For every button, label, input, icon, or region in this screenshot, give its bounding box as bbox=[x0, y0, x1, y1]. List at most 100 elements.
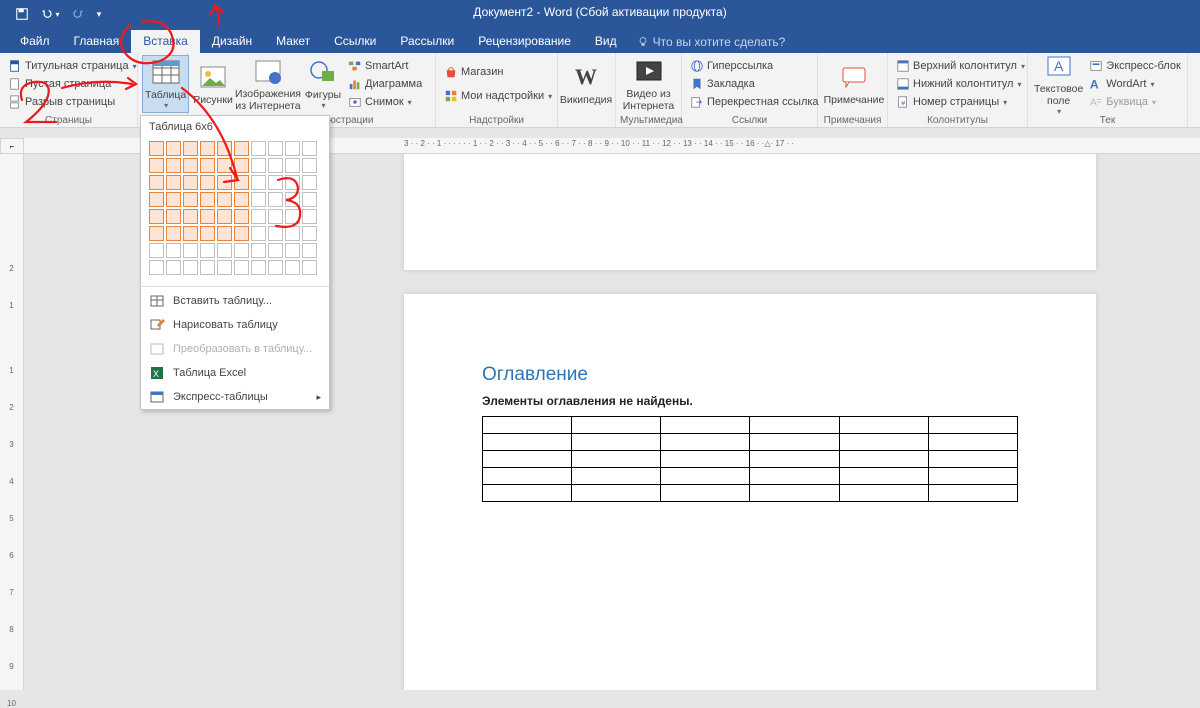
table-grid-cell[interactable] bbox=[251, 260, 266, 275]
table-grid-cell[interactable] bbox=[302, 260, 317, 275]
online-pictures-button[interactable]: Изображения из Интернета bbox=[234, 55, 302, 113]
table-grid-cell[interactable] bbox=[302, 175, 317, 190]
toc-heading[interactable]: Оглавление bbox=[482, 364, 1018, 386]
table-grid-cell[interactable] bbox=[183, 209, 198, 224]
table-grid-cell[interactable] bbox=[234, 243, 249, 258]
table-grid-cell[interactable] bbox=[200, 243, 215, 258]
page-break-button[interactable]: Разрыв страницы bbox=[4, 93, 119, 111]
table-grid-cell[interactable] bbox=[285, 260, 300, 275]
table-grid-cell[interactable] bbox=[217, 226, 232, 241]
store-button[interactable]: Магазин bbox=[440, 63, 507, 81]
cover-page-button[interactable]: Титульная страница▾ bbox=[4, 57, 141, 75]
tab-home[interactable]: Главная bbox=[62, 30, 132, 53]
table-grid-cell[interactable] bbox=[251, 243, 266, 258]
table-grid-cell[interactable] bbox=[268, 260, 283, 275]
ruler-corner[interactable]: ⌐ bbox=[0, 138, 24, 154]
draw-table-item[interactable]: Нарисовать таблицу bbox=[141, 313, 329, 337]
redo-button[interactable] bbox=[64, 3, 92, 25]
table-grid-cell[interactable] bbox=[302, 209, 317, 224]
undo-button[interactable]: ▾ bbox=[36, 3, 64, 25]
tab-insert[interactable]: Вставка bbox=[131, 30, 200, 53]
table-grid-cell[interactable] bbox=[149, 175, 164, 190]
smartart-button[interactable]: SmartArt bbox=[344, 57, 426, 75]
table-grid-cell[interactable] bbox=[251, 158, 266, 173]
table-grid-cell[interactable] bbox=[200, 226, 215, 241]
tab-review[interactable]: Рецензирование bbox=[466, 30, 583, 53]
header-button[interactable]: Верхний колонтитул▾ bbox=[892, 57, 1029, 75]
crossref-button[interactable]: Перекрестная ссылка bbox=[686, 93, 823, 111]
table-grid-cell[interactable] bbox=[166, 192, 181, 207]
table-grid-cell[interactable] bbox=[149, 158, 164, 173]
textbox-button[interactable]: AТекстовое поле▾ bbox=[1032, 55, 1085, 113]
my-addins-button[interactable]: Мои надстройки▾ bbox=[440, 87, 556, 105]
table-grid-cell[interactable] bbox=[217, 260, 232, 275]
table-grid-cell[interactable] bbox=[166, 158, 181, 173]
table-grid-cell[interactable] bbox=[302, 141, 317, 156]
table-grid-cell[interactable] bbox=[217, 175, 232, 190]
table-grid-cell[interactable] bbox=[166, 243, 181, 258]
table-grid-cell[interactable] bbox=[149, 243, 164, 258]
tab-view[interactable]: Вид bbox=[583, 30, 629, 53]
table-grid-cell[interactable] bbox=[285, 141, 300, 156]
quickparts-button[interactable]: Экспресс-блок bbox=[1085, 57, 1184, 75]
table-grid-cell[interactable] bbox=[149, 226, 164, 241]
table-grid-cell[interactable] bbox=[183, 175, 198, 190]
screenshot-button[interactable]: Снимок▾ bbox=[344, 93, 426, 111]
tab-layout[interactable]: Макет bbox=[264, 30, 322, 53]
chart-button[interactable]: Диаграмма bbox=[344, 75, 426, 93]
shapes-button[interactable]: Фигуры▾ bbox=[302, 55, 344, 113]
table-grid-cell[interactable] bbox=[234, 158, 249, 173]
table-grid-cell[interactable] bbox=[234, 192, 249, 207]
table-size-grid[interactable] bbox=[141, 138, 329, 284]
table-grid-cell[interactable] bbox=[166, 226, 181, 241]
table-grid-cell[interactable] bbox=[268, 192, 283, 207]
pictures-button[interactable]: Рисунки bbox=[192, 55, 234, 113]
wordart-button[interactable]: AWordArt▾ bbox=[1085, 75, 1184, 93]
table-grid-cell[interactable] bbox=[183, 226, 198, 241]
quick-tables-item[interactable]: Экспресс-таблицы▸ bbox=[141, 385, 329, 409]
table-grid-cell[interactable] bbox=[183, 260, 198, 275]
inserted-table[interactable] bbox=[482, 416, 1018, 502]
table-grid-cell[interactable] bbox=[234, 141, 249, 156]
table-grid-cell[interactable] bbox=[166, 209, 181, 224]
tab-file[interactable]: Файл bbox=[8, 30, 62, 53]
save-button[interactable] bbox=[8, 3, 36, 25]
table-grid-cell[interactable] bbox=[251, 226, 266, 241]
table-grid-cell[interactable] bbox=[285, 243, 300, 258]
table-grid-cell[interactable] bbox=[302, 243, 317, 258]
table-grid-cell[interactable] bbox=[217, 141, 232, 156]
tab-design[interactable]: Дизайн bbox=[200, 30, 264, 53]
table-grid-cell[interactable] bbox=[302, 226, 317, 241]
table-grid-cell[interactable] bbox=[200, 209, 215, 224]
insert-table-item[interactable]: Вставить таблицу... bbox=[141, 289, 329, 313]
table-grid-cell[interactable] bbox=[285, 209, 300, 224]
table-grid-cell[interactable] bbox=[268, 175, 283, 190]
blank-page-button[interactable]: Пустая страница bbox=[4, 75, 115, 93]
hyperlink-button[interactable]: Гиперссылка bbox=[686, 57, 777, 75]
table-grid-cell[interactable] bbox=[200, 141, 215, 156]
page-number-button[interactable]: #Номер страницы▾ bbox=[892, 93, 1011, 111]
table-grid-cell[interactable] bbox=[234, 175, 249, 190]
tab-references[interactable]: Ссылки bbox=[322, 30, 388, 53]
table-grid-cell[interactable] bbox=[234, 226, 249, 241]
table-grid-cell[interactable] bbox=[268, 141, 283, 156]
table-grid-cell[interactable] bbox=[217, 192, 232, 207]
table-grid-cell[interactable] bbox=[166, 175, 181, 190]
wikipedia-button[interactable]: WВикипедия bbox=[562, 55, 610, 113]
online-video-button[interactable]: Видео из Интернета bbox=[620, 55, 677, 113]
table-grid-cell[interactable] bbox=[217, 243, 232, 258]
vertical-ruler[interactable]: 2112345678910 bbox=[0, 154, 24, 690]
table-grid-cell[interactable] bbox=[285, 158, 300, 173]
table-grid-cell[interactable] bbox=[149, 141, 164, 156]
table-grid-cell[interactable] bbox=[149, 209, 164, 224]
table-grid-cell[interactable] bbox=[166, 141, 181, 156]
footer-button[interactable]: Нижний колонтитул▾ bbox=[892, 75, 1025, 93]
table-grid-cell[interactable] bbox=[268, 243, 283, 258]
table-grid-cell[interactable] bbox=[183, 158, 198, 173]
table-grid-cell[interactable] bbox=[251, 192, 266, 207]
page-1-bottom[interactable] bbox=[404, 154, 1096, 270]
table-grid-cell[interactable] bbox=[200, 158, 215, 173]
table-grid-cell[interactable] bbox=[149, 260, 164, 275]
table-grid-cell[interactable] bbox=[183, 243, 198, 258]
table-grid-cell[interactable] bbox=[302, 158, 317, 173]
